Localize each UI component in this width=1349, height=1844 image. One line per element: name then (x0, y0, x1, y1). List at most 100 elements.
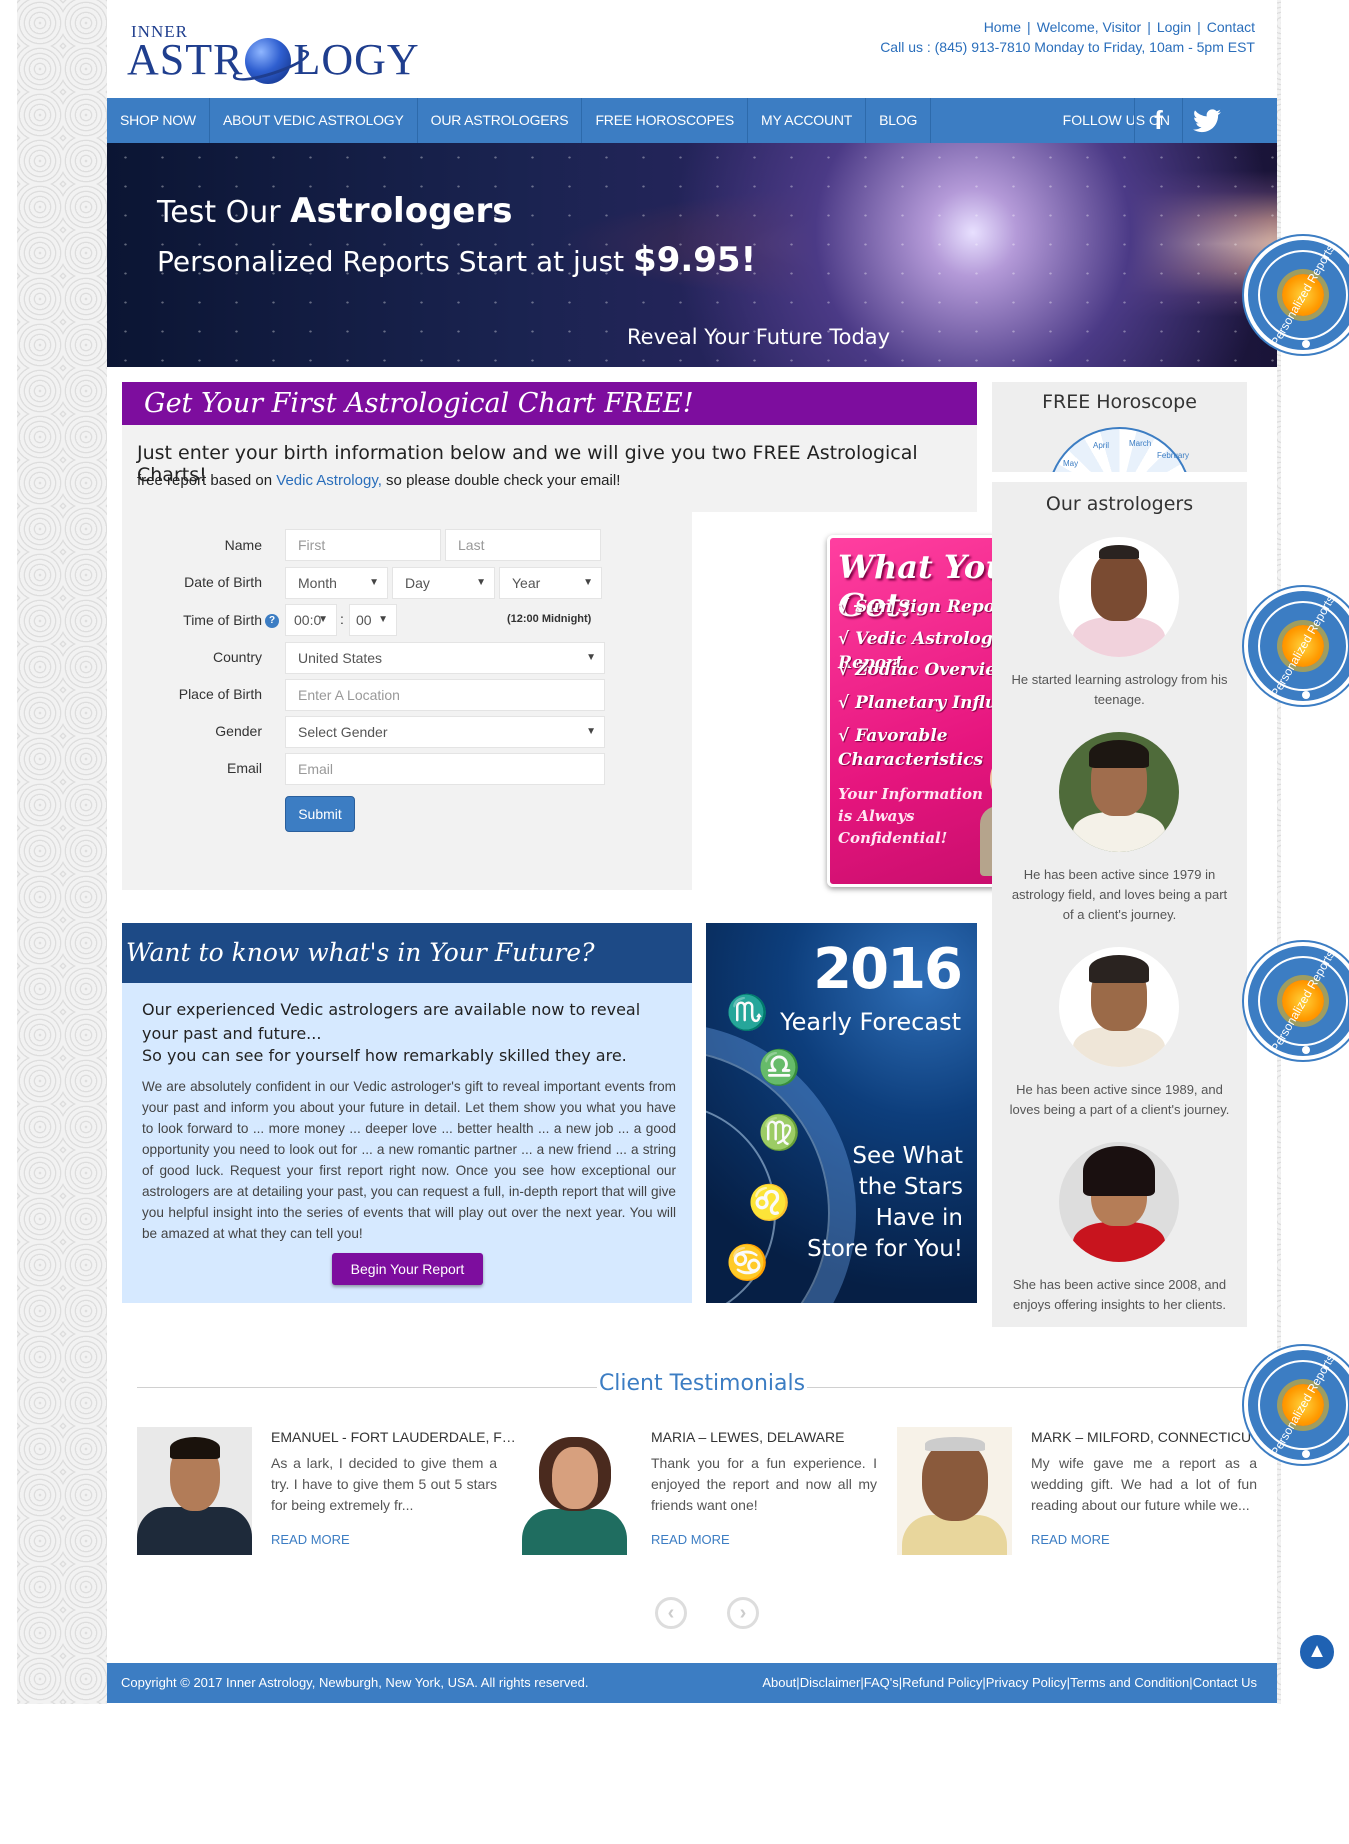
day-select[interactable]: Day ▼ (392, 567, 495, 599)
astrologer-photo[interactable] (1059, 732, 1179, 852)
astrologers-panel: Our astrologers He started learning astr… (992, 482, 1247, 1327)
email-input[interactable]: Email (285, 753, 605, 785)
wyg-confidential: Your Information is Always Confidential! (838, 785, 983, 847)
zodiac-icon: ♏ (726, 994, 769, 1032)
zodiac-icon: ♋ (726, 1244, 769, 1282)
testimonial-card: MARIA – LEWES, DELAWARE Thank you for a … (517, 1427, 877, 1557)
read-more-link[interactable]: READ MORE (271, 1532, 350, 1547)
form-note: free report based on Vedic Astrology, so… (137, 472, 621, 489)
future-section: Want to know what's in Your Future? Our … (122, 923, 692, 1303)
zodiac-wheel[interactable]: May April March February (1047, 427, 1192, 472)
vedic-astrology-link[interactable]: Vedic Astrology, (276, 472, 382, 489)
prev-arrow-icon[interactable]: ‹ (655, 1597, 687, 1629)
chevron-down-icon: ▼ (369, 577, 379, 588)
testimonial-text: As a lark, I decided to give them a try.… (271, 1455, 497, 1513)
free-horoscope-panel[interactable]: FREE Horoscope May April March February (992, 382, 1247, 472)
astrologer-photo[interactable] (1059, 1142, 1179, 1262)
nav-free-horoscopes[interactable]: FREE HOROSCOPES (582, 98, 749, 143)
help-icon[interactable]: ? (265, 614, 279, 628)
testimonial-name: EMANUEL - FORT LAUDERDALE, FLO... (271, 1429, 521, 1445)
nav-shop-now[interactable]: SHOP NOW (107, 98, 210, 143)
country-label: Country (212, 649, 262, 665)
page-container: INNER ASTR LOGY Home | Welcome, Visitor | Log… (107, 0, 1277, 1704)
nav-blog[interactable]: BLOG (866, 98, 932, 143)
wyg-item: Characteristics (838, 750, 984, 770)
zodiac-icon: ♌ (748, 1184, 791, 1222)
wheel-month: February (1157, 451, 1190, 460)
astrologer-desc: She has been active since 2008, and enjo… (1012, 1277, 1227, 1312)
future-intro: Our experienced Vedic astrologers are av… (142, 1000, 641, 1043)
footer-disclaimer-link[interactable]: Disclaimer (800, 1675, 861, 1690)
submit-button[interactable]: Submit (285, 796, 355, 832)
forecast-year: 2016 (813, 937, 963, 1002)
gender-label: Gender (215, 723, 262, 739)
month-select[interactable]: Month ▼ (285, 567, 388, 599)
hour-select[interactable]: 00:0 ▼ (285, 604, 337, 636)
zodiac-icon: ♎ (758, 1049, 801, 1087)
wheel-month: May (1063, 459, 1079, 468)
footer-about-link[interactable]: About (762, 1675, 796, 1690)
future-subintro: So you can see for yourself how remarkab… (142, 1046, 627, 1065)
next-arrow-icon[interactable]: › (727, 1597, 759, 1629)
begin-report-button[interactable]: Begin Your Report (332, 1253, 483, 1285)
dob-label: Date of Birth (184, 574, 262, 590)
logo-text-right: LOGY (293, 35, 420, 84)
astrologer-photo[interactable] (1059, 947, 1179, 1067)
tob-label: Time of Birth (183, 612, 262, 628)
footer-contact-link[interactable]: Contact Us (1193, 1675, 1257, 1690)
facebook-icon[interactable]: f (1134, 98, 1182, 143)
login-link[interactable]: Login (1157, 19, 1191, 35)
astrologer-desc: He has been active since 1979 in astrolo… (1011, 867, 1228, 922)
welcome-link[interactable]: Welcome, Visitor (1037, 19, 1142, 35)
contact-link[interactable]: Contact (1207, 19, 1255, 35)
chevron-down-icon: ▼ (583, 577, 593, 588)
nav-my-account[interactable]: MY ACCOUNT (748, 98, 867, 143)
yearly-forecast-banner[interactable]: ♏ ♎ ♍ ♌ ♋ 2016 Yearly Forecast See What t… (706, 923, 977, 1303)
place-of-birth-input[interactable]: Enter A Location (285, 679, 605, 711)
phone-info: Call us : (845) 913-7810 Monday to Frida… (880, 39, 1255, 55)
free-horoscope-title: FREE Horoscope (1042, 391, 1197, 413)
hero-tagline: Reveal Your Future Today (627, 325, 891, 349)
nav-our-astrologers[interactable]: OUR ASTROLOGERS (418, 98, 583, 143)
astrologer-photo[interactable] (1059, 537, 1179, 657)
globe-icon (245, 38, 292, 84)
forecast-tagline: See What the Stars Have in Store for You! (807, 1143, 963, 1262)
chevron-down-icon: ▼ (378, 614, 388, 625)
wyg-item: √ Zodiac Overview (838, 660, 1011, 680)
testimonial-text: My wife gave me a report as a wedding gi… (1031, 1455, 1257, 1513)
chevron-down-icon: ▼ (318, 614, 328, 625)
future-body: We are absolutely confident in our Vedic… (142, 1079, 676, 1241)
site-logo[interactable]: INNER ASTR LOGY (125, 18, 445, 88)
scroll-to-top-icon[interactable]: ▲ (1297, 1632, 1337, 1672)
testimonial-name: MARIA – LEWES, DELAWARE (651, 1429, 845, 1445)
year-select[interactable]: Year ▼ (499, 567, 602, 599)
read-more-link[interactable]: READ MORE (651, 1532, 730, 1547)
last-name-input[interactable]: Last (445, 529, 601, 561)
country-select[interactable]: United States ▼ (285, 642, 605, 674)
chevron-down-icon: ▼ (586, 652, 596, 663)
astrologer-desc: He has been active since 1989, and loves… (1009, 1082, 1230, 1117)
chevron-down-icon: ▼ (476, 577, 486, 588)
footer-refund-link[interactable]: Refund Policy (902, 1675, 982, 1690)
future-heading: Want to know what's in Your Future? (122, 923, 692, 983)
testimonials-title: Client Testimonials (597, 1371, 807, 1403)
read-more-link[interactable]: READ MORE (1031, 1532, 1110, 1547)
testimonial-card: EMANUEL - FORT LAUDERDALE, FLO... As a l… (137, 1427, 521, 1557)
nav-about-vedic-astrology[interactable]: ABOUT VEDIC ASTROLOGY (210, 98, 418, 143)
testimonial-card: MARK – MILFORD, CONNECTICUT My wife gave… (897, 1427, 1260, 1557)
name-label: Name (224, 537, 262, 553)
first-name-input[interactable]: First (285, 529, 441, 561)
footer-faq-link[interactable]: FAQ's (864, 1675, 899, 1690)
twitter-icon[interactable] (1182, 98, 1230, 143)
hero-line-2: Personalized Reports Start at just $9.95… (157, 240, 757, 280)
hero-banner[interactable]: Test Our Astrologers Personalized Report… (107, 143, 1277, 367)
gender-select[interactable]: Select Gender ▼ (285, 716, 605, 748)
home-link[interactable]: Home (984, 19, 1021, 35)
testimonial-text: Thank you for a fun experience. I enjoye… (651, 1455, 877, 1513)
footer-privacy-link[interactable]: Privacy Policy (986, 1675, 1067, 1690)
main-nav: SHOP NOW ABOUT VEDIC ASTROLOGY OUR ASTRO… (107, 98, 1277, 143)
minute-select[interactable]: 00 ▼ (349, 604, 397, 636)
footer-terms-link[interactable]: Terms and Condition (1070, 1675, 1189, 1690)
hero-line-1: Test Our Astrologers (157, 191, 513, 231)
logo-text-left: ASTR (127, 35, 244, 84)
